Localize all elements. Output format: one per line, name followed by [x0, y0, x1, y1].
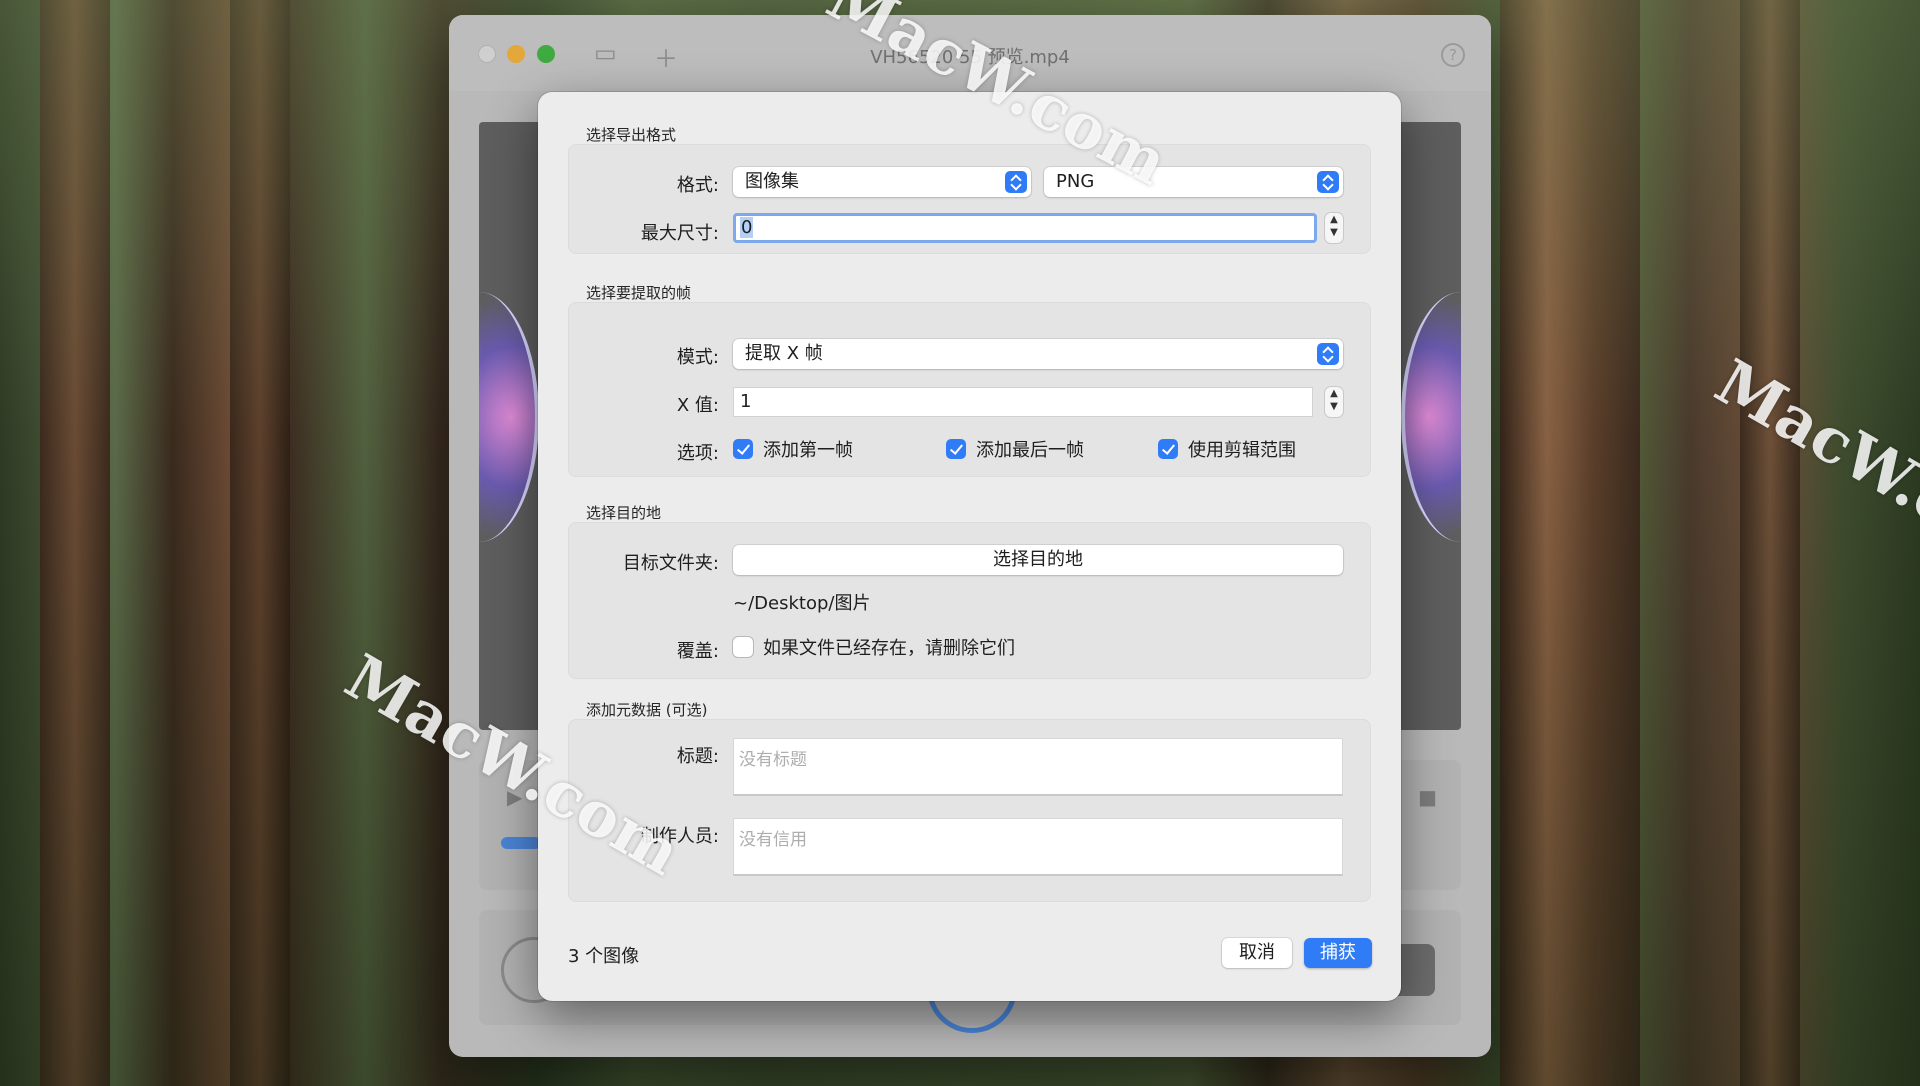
- title-input[interactable]: 没有标题: [733, 738, 1343, 796]
- tree-trunk: [230, 0, 290, 1086]
- max-size-input[interactable]: 0: [733, 213, 1317, 243]
- preview-glow: [479, 292, 539, 542]
- section-title-destination: 选择目的地: [586, 504, 662, 522]
- mode-select[interactable]: 提取 X 帧: [733, 339, 1343, 369]
- mode-select-value: 提取 X 帧: [745, 343, 823, 364]
- format-select[interactable]: 图像集: [733, 167, 1031, 197]
- title-label: 标题:: [676, 746, 719, 767]
- checkbox-checked-icon: [1158, 439, 1178, 459]
- section-title-export-format: 选择导出格式: [586, 126, 677, 144]
- export-format-group: 格式: 图像集 PNG 最大尺寸: 0 ▲ ▼: [568, 144, 1371, 254]
- cancel-button[interactable]: 取消: [1222, 938, 1292, 968]
- use-clip-range-checkbox[interactable]: 使用剪辑范围: [1158, 436, 1296, 462]
- overwrite-label: 覆盖:: [676, 641, 719, 662]
- metadata-group: 标题: 没有标题 制作人员: 没有信用: [568, 719, 1371, 902]
- lock-icon[interactable]: ■: [1418, 785, 1437, 809]
- checkbox-label: 如果文件已经存在，请删除它们: [763, 638, 1015, 659]
- chevron-updown-icon: [1005, 171, 1027, 193]
- mode-label: 模式:: [676, 347, 719, 368]
- help-icon[interactable]: ?: [1441, 43, 1465, 67]
- tree-trunk: [1740, 0, 1800, 1086]
- tree-trunk: [1500, 0, 1640, 1086]
- x-value-input[interactable]: 1: [733, 387, 1313, 417]
- chevron-updown-icon: [1317, 343, 1339, 365]
- format-label: 格式:: [676, 175, 719, 196]
- chevron-updown-icon: [1317, 171, 1339, 193]
- section-title-frames: 选择要提取的帧: [586, 284, 692, 302]
- checkbox-checked-icon: [946, 439, 966, 459]
- max-size-stepper[interactable]: ▲ ▼: [1325, 213, 1343, 243]
- checkbox-label: 添加第一帧: [763, 440, 853, 461]
- image-count: 3 个图像: [568, 946, 640, 967]
- checkbox-label: 添加最后一帧: [976, 440, 1084, 461]
- tree-trunk: [40, 0, 110, 1086]
- credits-input[interactable]: 没有信用: [733, 818, 1343, 876]
- x-value-label: X 值:: [676, 395, 719, 416]
- checkbox-unchecked-icon: [733, 637, 753, 657]
- image-type-select-value: PNG: [1056, 171, 1095, 192]
- timeline-slider[interactable]: [501, 837, 541, 849]
- destination-path: ~/Desktop/图片: [733, 593, 871, 614]
- credits-label: 制作人员:: [640, 826, 719, 847]
- add-last-frame-checkbox[interactable]: 添加最后一帧: [946, 436, 1084, 462]
- x-value-stepper[interactable]: ▲ ▼: [1325, 387, 1343, 417]
- window-title: VH56520 55 预览.mp4: [870, 47, 1070, 68]
- add-first-frame-checkbox[interactable]: 添加第一帧: [733, 436, 853, 462]
- section-title-metadata: 添加元数据 (可选): [586, 701, 708, 719]
- preview-glow: [1401, 292, 1461, 542]
- play-icon[interactable]: ▶: [507, 785, 522, 809]
- max-size-label: 最大尺寸:: [640, 223, 719, 244]
- overwrite-checkbox[interactable]: 如果文件已经存在，请删除它们: [733, 634, 1015, 660]
- max-size-value: 0: [740, 217, 754, 238]
- export-sheet: 选择导出格式 格式: 图像集 PNG 最大尺寸: 0 ▲ ▼ 选择要提取的帧 模式…: [538, 92, 1401, 1001]
- choose-destination-button[interactable]: 选择目的地: [733, 545, 1343, 575]
- frames-group: 模式: 提取 X 帧 X 值: 1 ▲ ▼ 选项: 添加第一帧 添加最后一帧 使用…: [568, 302, 1371, 477]
- capture-button[interactable]: 捕获: [1304, 938, 1372, 968]
- format-select-value: 图像集: [745, 171, 799, 192]
- target-folder-label: 目标文件夹:: [622, 553, 719, 574]
- image-type-select[interactable]: PNG: [1044, 167, 1343, 197]
- checkbox-checked-icon: [733, 439, 753, 459]
- window-titlebar: ▭ ＋ VH56520 55 预览.mp4 ?: [449, 15, 1491, 91]
- options-label: 选项:: [676, 443, 719, 464]
- destination-group: 目标文件夹: 选择目的地 ~/Desktop/图片 覆盖: 如果文件已经存在，请…: [568, 522, 1371, 679]
- checkbox-label: 使用剪辑范围: [1188, 440, 1296, 461]
